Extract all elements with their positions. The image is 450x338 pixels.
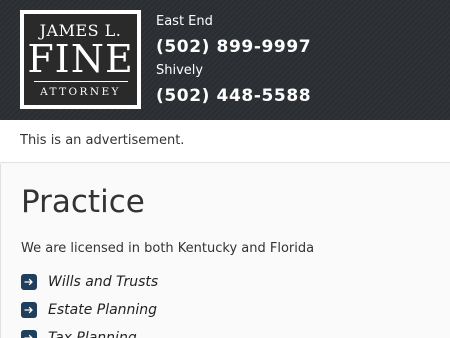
list-item[interactable]: Wills and Trusts bbox=[21, 268, 158, 296]
arrow-right-icon bbox=[21, 274, 37, 290]
intro-text: We are licensed in both Kentucky and Flo… bbox=[21, 241, 315, 256]
logo-surname: FINE bbox=[27, 36, 134, 81]
practice-area-list: Wills and Trusts Estate Planning Tax Pla… bbox=[21, 268, 158, 338]
advertisement-text: This is an advertisement. bbox=[20, 133, 185, 148]
office-label: East End bbox=[156, 14, 213, 29]
logo-divider bbox=[33, 80, 128, 82]
office-phone-link[interactable]: (502) 899-9997 bbox=[156, 36, 311, 58]
arrow-right-icon bbox=[21, 330, 37, 338]
practice-area-label: Wills and Trusts bbox=[48, 274, 159, 290]
logo-mark: JAMES L. FINE ATTORNEY bbox=[24, 14, 137, 105]
list-item[interactable]: Tax Planning bbox=[21, 324, 158, 338]
logo-tagline: ATTORNEY bbox=[40, 85, 121, 98]
practice-area-label: Estate Planning bbox=[48, 302, 158, 318]
site-header: JAMES L. FINE ATTORNEY East End (502) 89… bbox=[0, 0, 450, 120]
office-phone-link[interactable]: (502) 448-5588 bbox=[156, 85, 311, 107]
office-shively: Shively (502) 448-5588 bbox=[156, 63, 311, 107]
advertisement-notice: This is an advertisement. bbox=[0, 120, 450, 163]
list-item[interactable]: Estate Planning bbox=[21, 296, 158, 324]
firm-logo[interactable]: JAMES L. FINE ATTORNEY bbox=[20, 10, 141, 109]
office-label: Shively bbox=[156, 63, 204, 78]
main-content: Practice We are licensed in both Kentuck… bbox=[0, 164, 450, 338]
practice-area-label: Tax Planning bbox=[48, 330, 137, 338]
office-east-end: East End (502) 899-9997 bbox=[156, 14, 311, 58]
arrow-right-icon bbox=[21, 302, 37, 318]
page-title: Practice bbox=[21, 184, 145, 220]
